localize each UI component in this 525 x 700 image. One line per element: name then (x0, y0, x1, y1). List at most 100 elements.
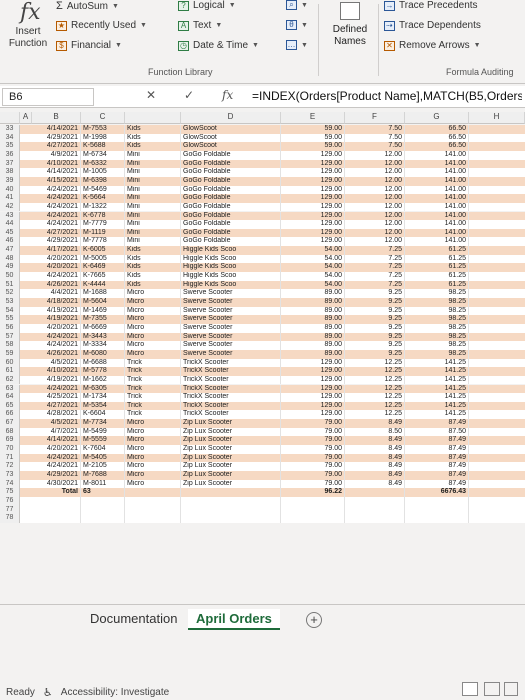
cell[interactable]: 4/18/2021 (32, 298, 81, 307)
cell[interactable]: 141.25 (405, 384, 469, 394)
cell[interactable]: 89.00 (281, 298, 345, 307)
row-header[interactable]: 71 (0, 453, 20, 463)
cell[interactable]: Micro (125, 445, 181, 454)
row-header[interactable]: 35 (0, 142, 20, 151)
cell[interactable] (281, 514, 345, 523)
cell[interactable]: Swerve Scooter (181, 332, 281, 342)
cell[interactable]: Trick (125, 401, 181, 411)
table-row[interactable]: 4/14/2021 M-7553 Kids GlowScoot 59.00 7.50 66.… (20, 125, 525, 134)
table-row[interactable]: 4/10/2021 M-6332 Mini GoGo Foldable 129.00 12… (20, 159, 525, 169)
cell[interactable]: Mini (125, 159, 181, 169)
cell[interactable]: 9.25 (345, 332, 405, 342)
cell[interactable]: 61.25 (405, 272, 469, 281)
cell[interactable]: 79.00 (281, 436, 345, 446)
cell[interactable]: 9.25 (345, 323, 405, 333)
tab-april-orders[interactable]: April Orders (188, 609, 280, 630)
table-row[interactable]: 4/24/2021 M-3443 Micro Swerve Scooter 89.00 9… (20, 332, 525, 342)
cell[interactable]: TrickX Scooter (181, 358, 281, 368)
cell[interactable]: 9.25 (345, 349, 405, 359)
cell[interactable]: 129.00 (281, 202, 345, 212)
row-header[interactable]: 42 (0, 202, 20, 212)
cell[interactable]: 141.00 (405, 228, 469, 238)
cell[interactable]: Zip Lux Scooter (181, 445, 281, 454)
recently-used-button[interactable]: ★ Recently Used ▼ (56, 20, 147, 31)
cell[interactable]: 54.00 (281, 280, 345, 290)
table-row[interactable]: 4/24/2021 K-6778 Mini GoGo Foldable 129.00 12… (20, 211, 525, 221)
cell[interactable]: 61.25 (405, 263, 469, 273)
cell[interactable]: Swerve Scooter (181, 289, 281, 298)
cell[interactable]: GoGo Foldable (181, 176, 281, 186)
cell[interactable]: K-6005 (81, 246, 125, 255)
cell[interactable]: M-1005 (81, 168, 125, 177)
cell[interactable]: 12.00 (345, 194, 405, 203)
cell[interactable]: 8.49 (345, 436, 405, 446)
trace-precedents-button[interactable]: → Trace Precedents (384, 0, 478, 11)
table-row[interactable]: 4/29/2021 M-1998 Kids GlowScoot 59.00 7.50 66.… (20, 133, 525, 143)
cell[interactable]: Mini (125, 220, 181, 229)
table-row[interactable]: 4/25/2021 M-1734 Trick TrickX Scooter 129.00… (20, 393, 525, 402)
cell[interactable]: 89.00 (281, 315, 345, 324)
cell[interactable]: Swerve Scooter (181, 306, 281, 316)
cell[interactable]: 59.00 (281, 125, 345, 134)
cell[interactable]: Swerve Scooter (181, 323, 281, 333)
cell[interactable] (181, 505, 281, 515)
cell[interactable]: 141.00 (405, 211, 469, 221)
cell[interactable]: 98.25 (405, 306, 469, 316)
cell[interactable] (181, 496, 281, 506)
cell[interactable]: M-1688 (81, 289, 125, 298)
cell[interactable]: M-6688 (81, 358, 125, 368)
row-header[interactable]: 49 (0, 263, 20, 273)
cell[interactable]: M-5469 (81, 185, 125, 195)
row-header[interactable]: 75 (0, 488, 20, 497)
cell[interactable] (405, 505, 469, 515)
cell[interactable]: 8.49 (345, 462, 405, 471)
row-header[interactable]: 43 (0, 211, 20, 221)
cell[interactable]: Trick (125, 367, 181, 376)
cell[interactable]: 141.00 (405, 168, 469, 177)
cell[interactable]: 98.25 (405, 349, 469, 359)
cell[interactable]: 12.25 (345, 367, 405, 376)
more-functions-button[interactable]: … ▼ (286, 40, 308, 50)
cell[interactable]: 129.00 (281, 168, 345, 177)
cell[interactable]: 4/24/2021 (32, 220, 81, 229)
cell[interactable]: 79.00 (281, 479, 345, 489)
cell[interactable]: 141.00 (405, 185, 469, 195)
cell[interactable]: 12.00 (345, 202, 405, 212)
table-row[interactable]: 4/24/2021 M-7779 Mini GoGo Foldable 129.00 12… (20, 220, 525, 229)
cell[interactable]: 87.49 (405, 462, 469, 471)
table-row[interactable]: 4/17/2021 K-6005 Kids Higgle Kids Scoo 54.00… (20, 246, 525, 255)
cell[interactable]: GoGo Foldable (181, 159, 281, 169)
math-trig-button[interactable]: θ ▼ (286, 20, 308, 30)
cell[interactable]: M-7355 (81, 315, 125, 324)
cell[interactable]: Kids (125, 272, 181, 281)
cell[interactable]: 129.00 (281, 367, 345, 376)
cell[interactable]: 12.25 (345, 410, 405, 420)
cell[interactable]: 89.00 (281, 323, 345, 333)
name-box[interactable]: B6 (2, 88, 94, 106)
cell[interactable]: 4/15/2021 (32, 176, 81, 186)
cell[interactable]: Higgle Kids Scoo (181, 254, 281, 264)
row-header[interactable]: 50 (0, 272, 20, 281)
cell[interactable]: Micro (125, 332, 181, 342)
cell[interactable]: 141.00 (405, 202, 469, 212)
cell[interactable]: Mini (125, 185, 181, 195)
cell[interactable]: Mini (125, 176, 181, 186)
cell[interactable] (32, 496, 81, 506)
cell[interactable]: GlowScoot (181, 133, 281, 143)
cell[interactable]: M-5499 (81, 427, 125, 437)
row-header[interactable]: 33 (0, 125, 20, 134)
cell[interactable]: 4/24/2021 (32, 185, 81, 195)
cell[interactable]: 129.00 (281, 393, 345, 402)
cell[interactable]: Micro (125, 479, 181, 489)
cell[interactable]: 141.25 (405, 393, 469, 402)
cell[interactable] (345, 505, 405, 515)
cell[interactable]: 8.49 (345, 445, 405, 454)
cell[interactable]: 4/14/2021 (32, 125, 81, 134)
row-header[interactable]: 38 (0, 168, 20, 177)
table-row[interactable]: 4/26/2021 K-4444 Kids Higgle Kids Scoo 54.00… (20, 280, 525, 290)
cell[interactable]: 141.25 (405, 375, 469, 385)
cell[interactable]: 4/20/2021 (32, 254, 81, 264)
column-header-e[interactable]: E (281, 112, 345, 124)
cell[interactable]: Zip Lux Scooter (181, 471, 281, 480)
cell[interactable]: M-6398 (81, 176, 125, 186)
